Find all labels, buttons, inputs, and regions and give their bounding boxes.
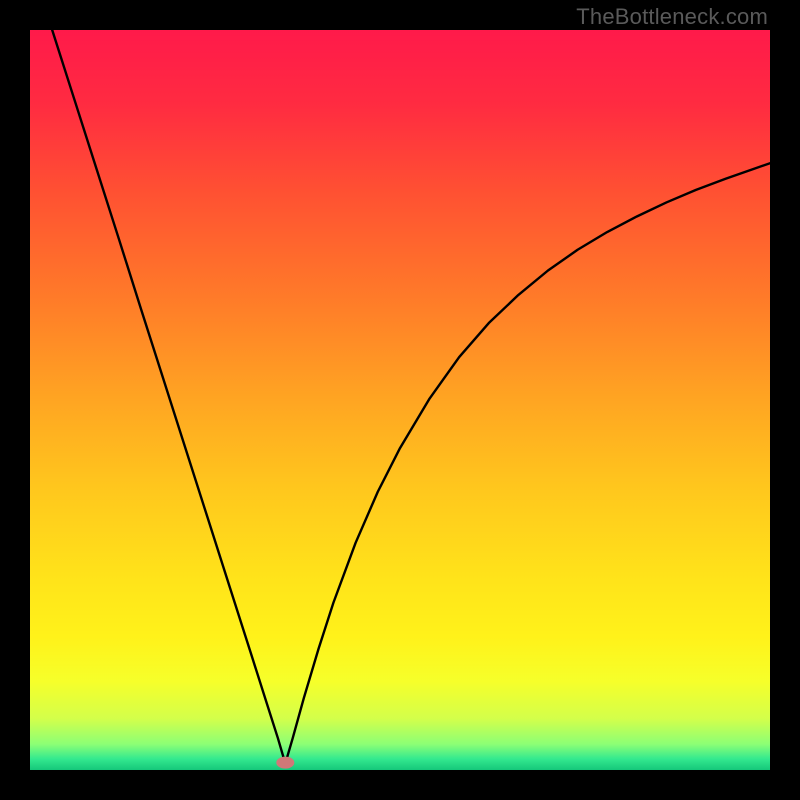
watermark-text: TheBottleneck.com <box>576 4 768 30</box>
gradient-background <box>30 30 770 770</box>
chart-frame: TheBottleneck.com <box>0 0 800 800</box>
bottleneck-chart <box>30 30 770 770</box>
minimum-marker <box>276 757 294 769</box>
plot-area <box>30 30 770 770</box>
